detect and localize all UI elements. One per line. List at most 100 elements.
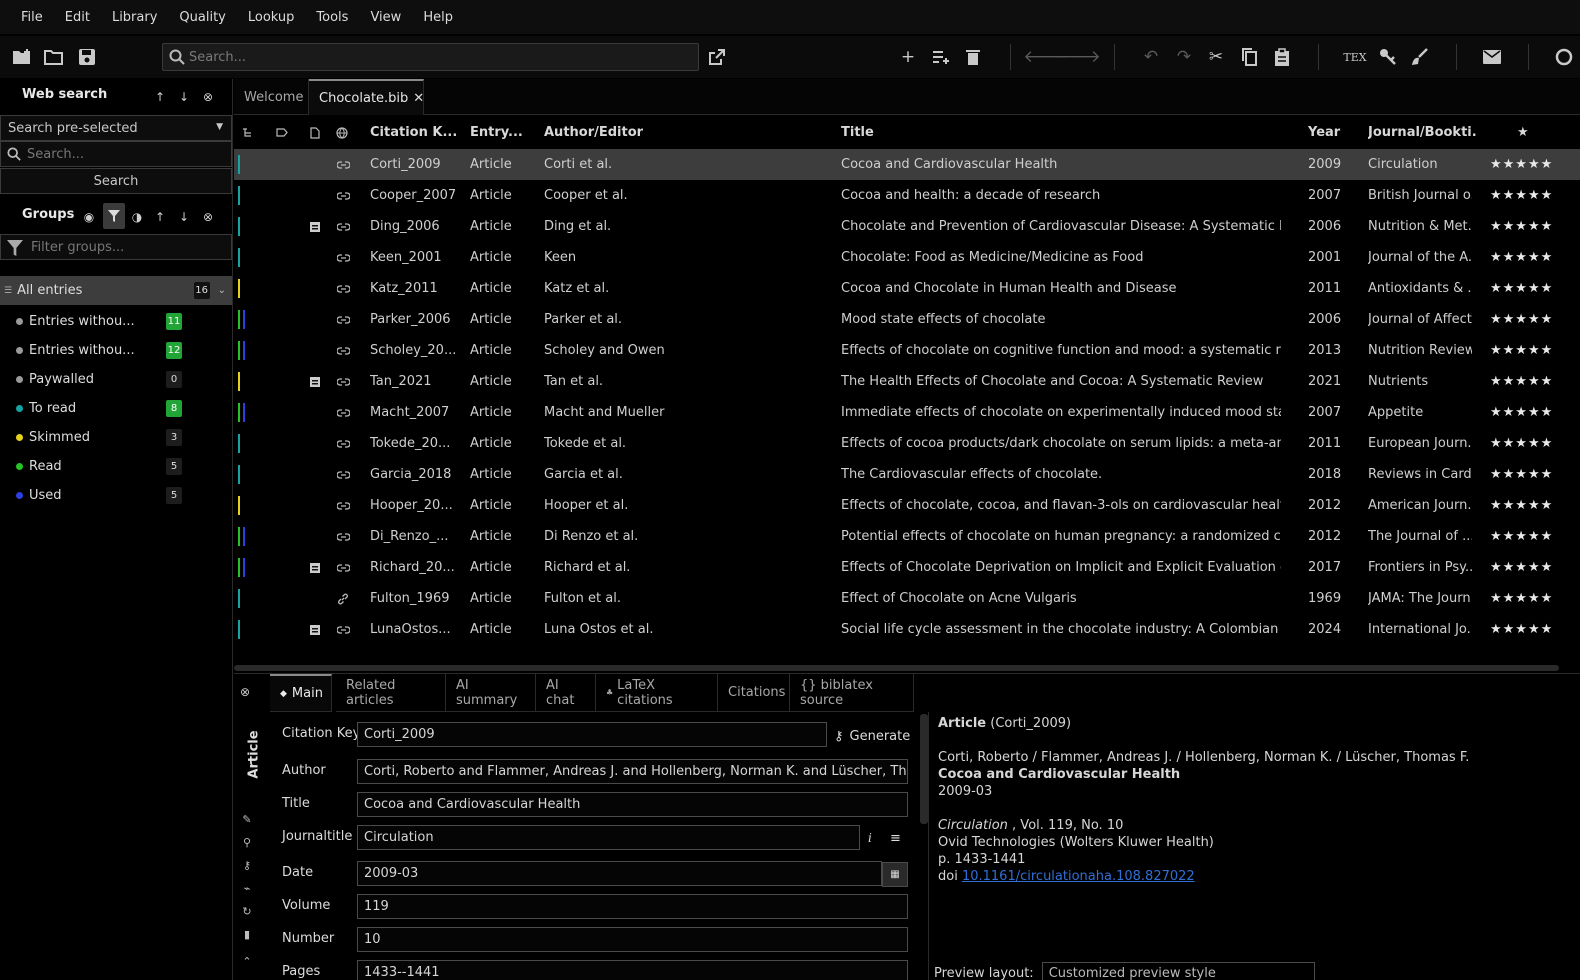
table-row[interactable]: Katz_2011 Article Katz et al. Cocoa and Cho… — [234, 273, 1580, 304]
group-item[interactable]: Used 5 — [0, 481, 232, 510]
preview-doi-link[interactable]: 10.1161/circulationaha.108.827022 — [962, 869, 1195, 884]
menu-file[interactable]: File — [10, 10, 54, 25]
close-icon[interactable]: ✕ — [413, 91, 424, 106]
column-journal[interactable]: Journal/Bookti... — [1368, 116, 1478, 149]
menu-help[interactable]: Help — [412, 10, 464, 25]
menu-edit[interactable]: Edit — [54, 10, 101, 25]
generate-key-button[interactable]: ⚷ Generate — [834, 729, 910, 744]
web-link-icon[interactable] — [337, 335, 353, 366]
filter-groups-input[interactable]: Filter groups... — [0, 234, 232, 260]
column-label-icon[interactable] — [276, 116, 290, 149]
github-icon[interactable] — [1552, 45, 1576, 69]
group-all-entries[interactable]: ☰ All entries 16 ⌄ — [0, 276, 232, 305]
pdf-file-icon[interactable] — [310, 552, 324, 583]
column-rank[interactable]: ★ — [1517, 116, 1537, 149]
undo-icon[interactable]: ↶ — [1139, 45, 1163, 69]
column-file-icon[interactable] — [310, 116, 324, 149]
open-external-icon[interactable] — [705, 45, 729, 69]
menu-library[interactable]: Library — [101, 10, 168, 25]
table-row[interactable]: Hooper_20... Article Hooper et al. Effects … — [234, 490, 1580, 521]
rank-stars[interactable]: ★★★★★ — [1490, 149, 1570, 180]
menu-quality[interactable]: Quality — [168, 10, 236, 25]
table-row[interactable]: Ding_2006 Article Ding et al. Chocolate and… — [234, 211, 1580, 242]
column-title[interactable]: Title — [841, 116, 1141, 149]
delete-entry-icon[interactable] — [961, 45, 985, 69]
rank-stars[interactable]: ★★★★★ — [1490, 180, 1570, 211]
tab-ai-summary[interactable]: AI summary — [446, 674, 536, 712]
pdf-file-icon[interactable] — [310, 614, 324, 645]
rank-stars[interactable]: ★★★★★ — [1490, 242, 1570, 273]
tab-main[interactable]: ◆ Main — [270, 674, 332, 712]
close-panel-icon[interactable]: ⊗ — [198, 87, 218, 107]
table-row[interactable]: Fulton_1969 Article Fulton et al. Effect of… — [234, 583, 1580, 614]
group-item[interactable]: Read 5 — [0, 452, 232, 481]
web-link-icon[interactable] — [337, 614, 353, 645]
tab-chocolate-bib[interactable]: Chocolate.bib ✕ — [309, 79, 424, 115]
rank-stars[interactable]: ★★★★★ — [1490, 335, 1570, 366]
rank-stars[interactable]: ★★★★★ — [1490, 211, 1570, 242]
table-row[interactable]: Corti_2009 Article Corti et al. Cocoa and C… — [234, 149, 1580, 180]
cleanup-brush-icon[interactable] — [1408, 45, 1432, 69]
column-tree-icon[interactable] — [242, 116, 256, 149]
copy-icon[interactable] — [1237, 45, 1261, 69]
column-url-icon[interactable] — [336, 116, 352, 149]
close-panel-icon[interactable]: ⊗ — [198, 207, 218, 227]
column-citation-key[interactable]: Citation K... — [370, 116, 460, 149]
rank-stars[interactable]: ★★★★★ — [1490, 490, 1570, 521]
invert-icon[interactable]: ◑ — [127, 207, 147, 227]
move-down-icon[interactable]: ↓ — [174, 87, 194, 107]
filter-toggle-icon[interactable] — [103, 203, 125, 229]
info-icon[interactable]: i — [868, 831, 872, 845]
table-row[interactable]: Tan_2021 Article Tan et al. The Health Effe… — [234, 366, 1580, 397]
chevron-up-icon[interactable]: ⌃ — [240, 954, 254, 968]
paste-icon[interactable] — [1270, 45, 1294, 69]
tab-biblatex-source[interactable]: {} biblatex source — [790, 674, 914, 712]
column-entry-type[interactable]: Entry... — [470, 116, 540, 149]
url-link-icon[interactable] — [337, 583, 353, 614]
add-entry-from-text-icon[interactable] — [929, 45, 953, 69]
web-link-icon[interactable] — [337, 180, 353, 211]
table-row[interactable]: Garcia_2018 Article Garcia et al. The Cardi… — [234, 459, 1580, 490]
key-icon[interactable] — [1376, 45, 1400, 69]
add-entry-icon[interactable]: + — [896, 45, 920, 69]
open-library-icon[interactable] — [42, 45, 66, 69]
group-item[interactable]: Skimmed 3 — [0, 423, 232, 452]
table-row[interactable]: Tokede_20... Article Tokede et al. Effects … — [234, 428, 1580, 459]
field-input-author[interactable]: Corti, Roberto and Flammer, Andreas J. a… — [357, 759, 908, 784]
refresh-icon[interactable]: ↻ — [240, 904, 254, 918]
menu-tools[interactable]: Tools — [305, 10, 359, 25]
field-input-number[interactable]: 10 — [357, 927, 908, 952]
search-icon[interactable]: ⚲ — [240, 835, 254, 849]
email-icon[interactable] — [1480, 45, 1504, 69]
forward-icon[interactable]: 🡒 — [1055, 45, 1101, 69]
key-icon[interactable]: ⚷ — [240, 858, 254, 872]
web-link-icon[interactable] — [337, 211, 353, 242]
column-author[interactable]: Author/Editor — [544, 116, 744, 149]
web-link-icon[interactable] — [337, 490, 353, 521]
web-link-icon[interactable] — [337, 304, 353, 335]
close-editor-icon[interactable]: ⊗ — [240, 685, 250, 699]
rank-stars[interactable]: ★★★★★ — [1490, 366, 1570, 397]
table-row[interactable]: Richard_20... Article Richard et al. Effect… — [234, 552, 1580, 583]
group-item[interactable]: Paywalled 0 — [0, 365, 232, 394]
tab-ai-chat[interactable]: AI chat — [536, 674, 596, 712]
table-row[interactable]: Parker_2006 Article Parker et al. Mood stat… — [234, 304, 1580, 335]
tab-latex-citations[interactable]: ♣ LaTeX citations — [596, 674, 718, 712]
field-input-journaltitle[interactable]: Circulation — [357, 825, 860, 850]
new-library-icon[interactable] — [10, 45, 34, 69]
menu-view[interactable]: View — [359, 10, 412, 25]
rank-stars[interactable]: ★★★★★ — [1490, 428, 1570, 459]
web-search-input[interactable]: Search... — [0, 141, 232, 167]
rank-stars[interactable]: ★★★★★ — [1490, 583, 1570, 614]
column-year[interactable]: Year — [1308, 116, 1358, 149]
field-input-pages[interactable]: 1433--1441 — [357, 960, 908, 980]
menu-lookup[interactable]: Lookup — [237, 10, 306, 25]
group-item[interactable]: Entries withou... 11 — [0, 307, 232, 336]
field-input-volume[interactable]: 119 — [357, 894, 908, 919]
web-search-fetcher-select[interactable]: Search pre-selected ▼ — [0, 115, 232, 141]
web-link-icon[interactable] — [337, 366, 353, 397]
menu-lines-icon[interactable]: ≡ — [890, 831, 901, 846]
web-link-icon[interactable] — [337, 428, 353, 459]
rank-stars[interactable]: ★★★★★ — [1490, 521, 1570, 552]
move-down-icon[interactable]: ↓ — [174, 207, 194, 227]
